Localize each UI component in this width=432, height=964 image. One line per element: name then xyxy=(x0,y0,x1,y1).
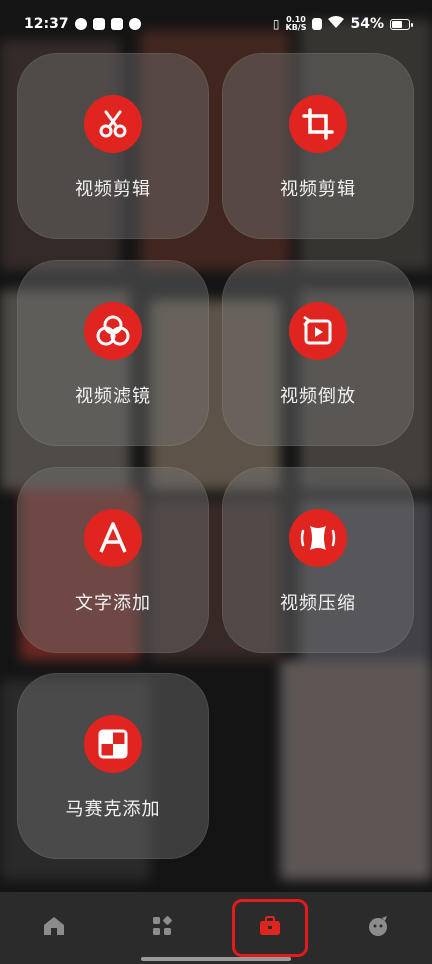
tool-label: 视频剪辑 xyxy=(280,179,356,200)
wifi-icon xyxy=(328,16,345,32)
tool-label: 视频剪辑 xyxy=(75,179,151,200)
status-right: ▯ 0.10 KB/S 54% xyxy=(272,16,413,32)
filter-circles-icon xyxy=(84,302,142,360)
mosaic-icon xyxy=(84,715,142,773)
flower-app-icon xyxy=(128,18,141,30)
crop-icon xyxy=(289,95,347,153)
apps-grid-icon xyxy=(152,916,172,940)
tool-card-add-text[interactable]: 文字添加 xyxy=(17,467,209,653)
bottom-nav xyxy=(0,892,432,964)
tool-card-video-reverse[interactable]: 视频倒放 xyxy=(222,260,414,446)
tool-card-video-clip[interactable]: 视频剪辑 xyxy=(17,53,209,239)
status-time: 12:37 xyxy=(24,16,69,32)
home-indicator[interactable] xyxy=(141,957,291,961)
nav-toolbox[interactable] xyxy=(216,892,324,964)
notification-app-icon xyxy=(74,18,87,30)
network-speed-unit: KB/S xyxy=(285,23,307,32)
tool-card-video-filter[interactable]: 视频滤镜 xyxy=(17,260,209,446)
no-sim-icon xyxy=(312,18,323,30)
status-left: 12:37 xyxy=(24,16,141,32)
reverse-play-icon xyxy=(289,302,347,360)
nav-profile[interactable] xyxy=(324,892,432,964)
vibrate-icon: ▯ xyxy=(272,17,280,31)
letter-a-icon xyxy=(84,509,142,567)
tool-label: 视频压缩 xyxy=(280,593,356,614)
app-screen: 12:37 ▯ 0.10 KB/S 54% 视频剪辑 视频剪辑 视频滤镜 视频倒… xyxy=(0,0,432,964)
compress-icon xyxy=(289,509,347,567)
tool-card-video-compress[interactable]: 视频压缩 xyxy=(222,467,414,653)
scissors-icon xyxy=(84,95,142,153)
tool-label: 文字添加 xyxy=(75,593,151,614)
tiktok-icon xyxy=(110,18,123,30)
nav-home[interactable] xyxy=(0,892,108,964)
status-bar: 12:37 ▯ 0.10 KB/S 54% xyxy=(0,0,432,48)
tool-label: 视频倒放 xyxy=(280,386,356,407)
home-icon xyxy=(43,916,65,940)
nav-apps[interactable] xyxy=(108,892,216,964)
mail-icon xyxy=(92,18,105,30)
tool-card-add-mosaic[interactable]: 马赛克添加 xyxy=(17,673,209,859)
face-icon xyxy=(367,915,389,941)
network-speed: 0.10 KB/S xyxy=(286,16,307,32)
battery-icon xyxy=(390,18,413,30)
tool-card-video-crop[interactable]: 视频剪辑 xyxy=(222,53,414,239)
tool-label: 视频滤镜 xyxy=(75,386,151,407)
tool-label: 马赛克添加 xyxy=(65,799,161,820)
battery-percent: 54% xyxy=(350,16,384,32)
selected-nav-highlight xyxy=(232,899,308,957)
